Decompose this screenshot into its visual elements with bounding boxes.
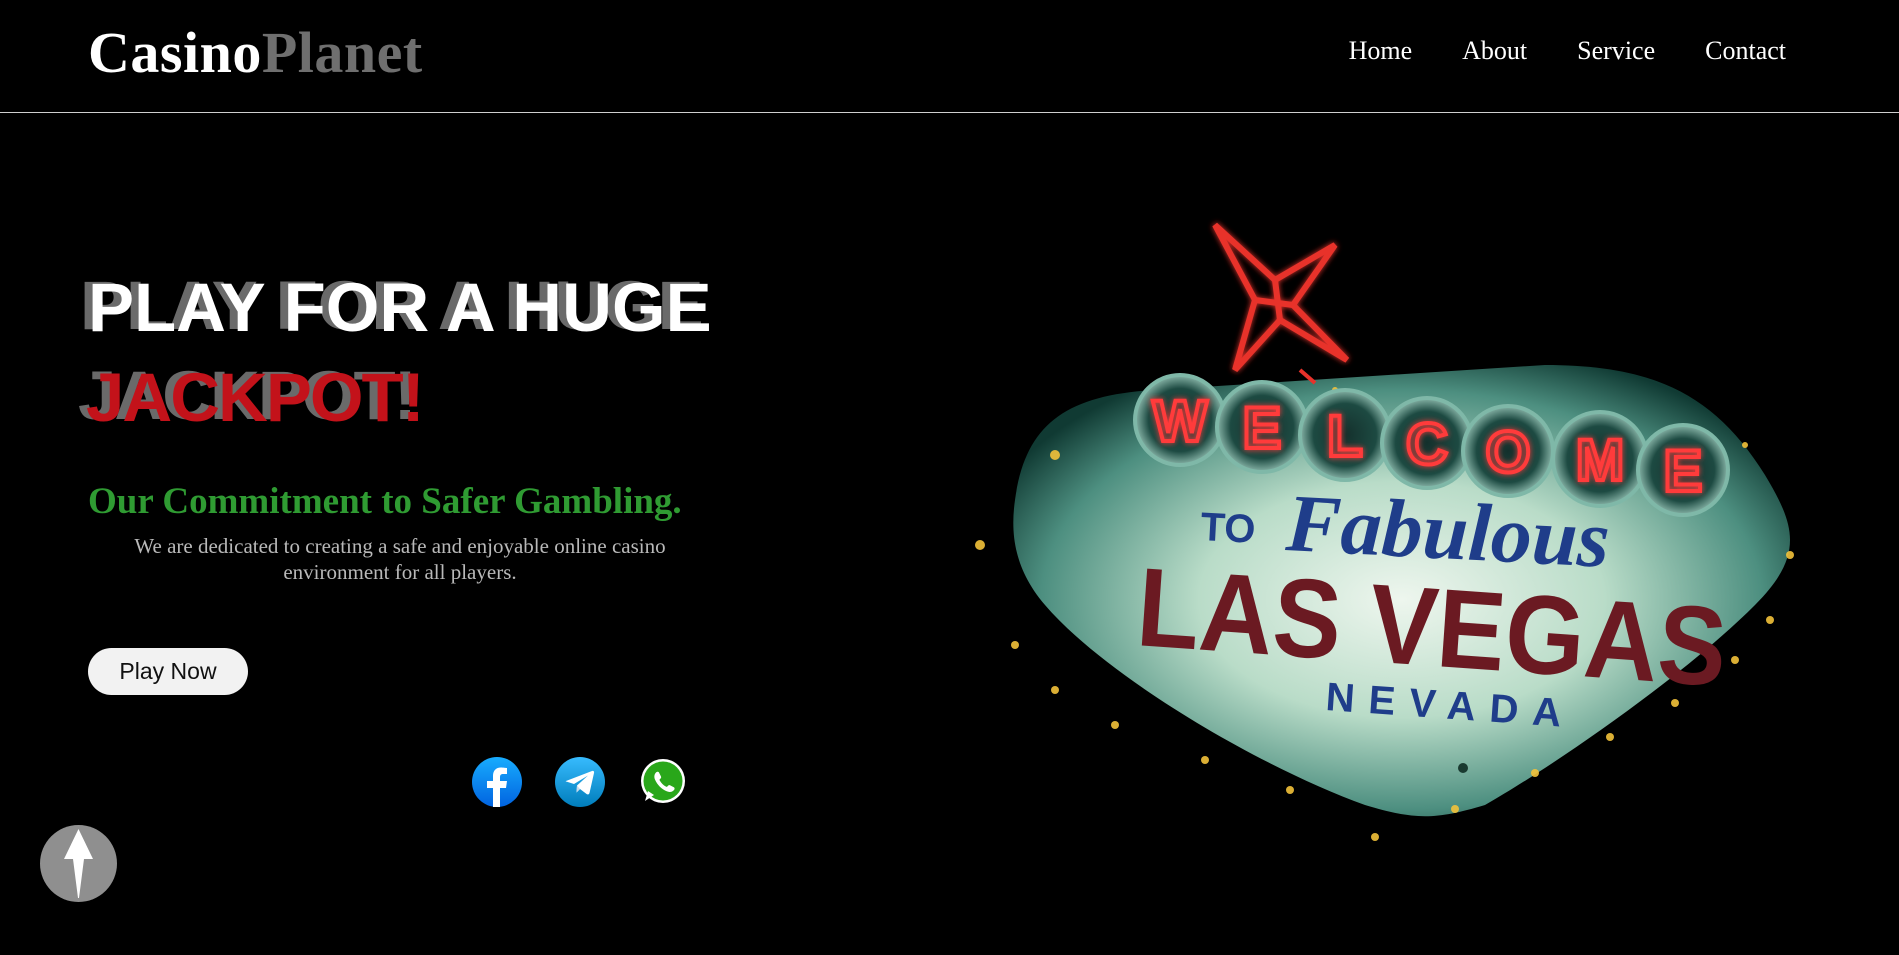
welcome-letter: L bbox=[1327, 404, 1362, 469]
welcome-letter: W bbox=[1153, 389, 1208, 454]
nav-service-link[interactable]: Service bbox=[1577, 34, 1655, 68]
telegram-icon[interactable] bbox=[555, 757, 605, 807]
site-header: CasinoPlanet Home About Service Contact bbox=[0, 0, 1899, 113]
welcome-letter: M bbox=[1576, 428, 1624, 493]
hero-headline-jackpot: JACKPOT! bbox=[86, 359, 425, 436]
whatsapp-icon[interactable] bbox=[638, 757, 688, 807]
facebook-icon[interactable] bbox=[472, 757, 522, 807]
las-vegas-sign-image: W E L C O M E TO Fabulous LAS VEGAS NEVA… bbox=[975, 222, 1794, 841]
welcome-letter: O bbox=[1485, 420, 1530, 485]
arrow-up-icon bbox=[64, 829, 93, 898]
nav-contact-link[interactable]: Contact bbox=[1705, 34, 1786, 68]
main-nav: Home About Service Contact bbox=[1299, 34, 1786, 68]
hero-headline-line1: PLAY FOR A HUGE bbox=[88, 269, 712, 346]
welcome-letter: E bbox=[1243, 396, 1282, 461]
back-to-top-button[interactable] bbox=[40, 825, 117, 902]
commitment-text: We are dedicated to creating a safe and … bbox=[134, 534, 666, 584]
welcome-letter: E bbox=[1664, 439, 1703, 504]
logo-part-planet: Planet bbox=[261, 20, 423, 85]
welcome-letter: C bbox=[1406, 412, 1448, 477]
site-logo[interactable]: CasinoPlanet bbox=[88, 18, 423, 88]
logo-part-casino: Casino bbox=[88, 20, 262, 85]
commitment-title: Our Commitment to Safer Gambling. bbox=[88, 481, 682, 522]
play-now-button[interactable]: Play Now bbox=[88, 648, 248, 695]
sign-to: TO bbox=[1200, 505, 1257, 552]
nav-home-link[interactable]: Home bbox=[1349, 34, 1413, 68]
nav-about-link[interactable]: About bbox=[1462, 34, 1527, 68]
